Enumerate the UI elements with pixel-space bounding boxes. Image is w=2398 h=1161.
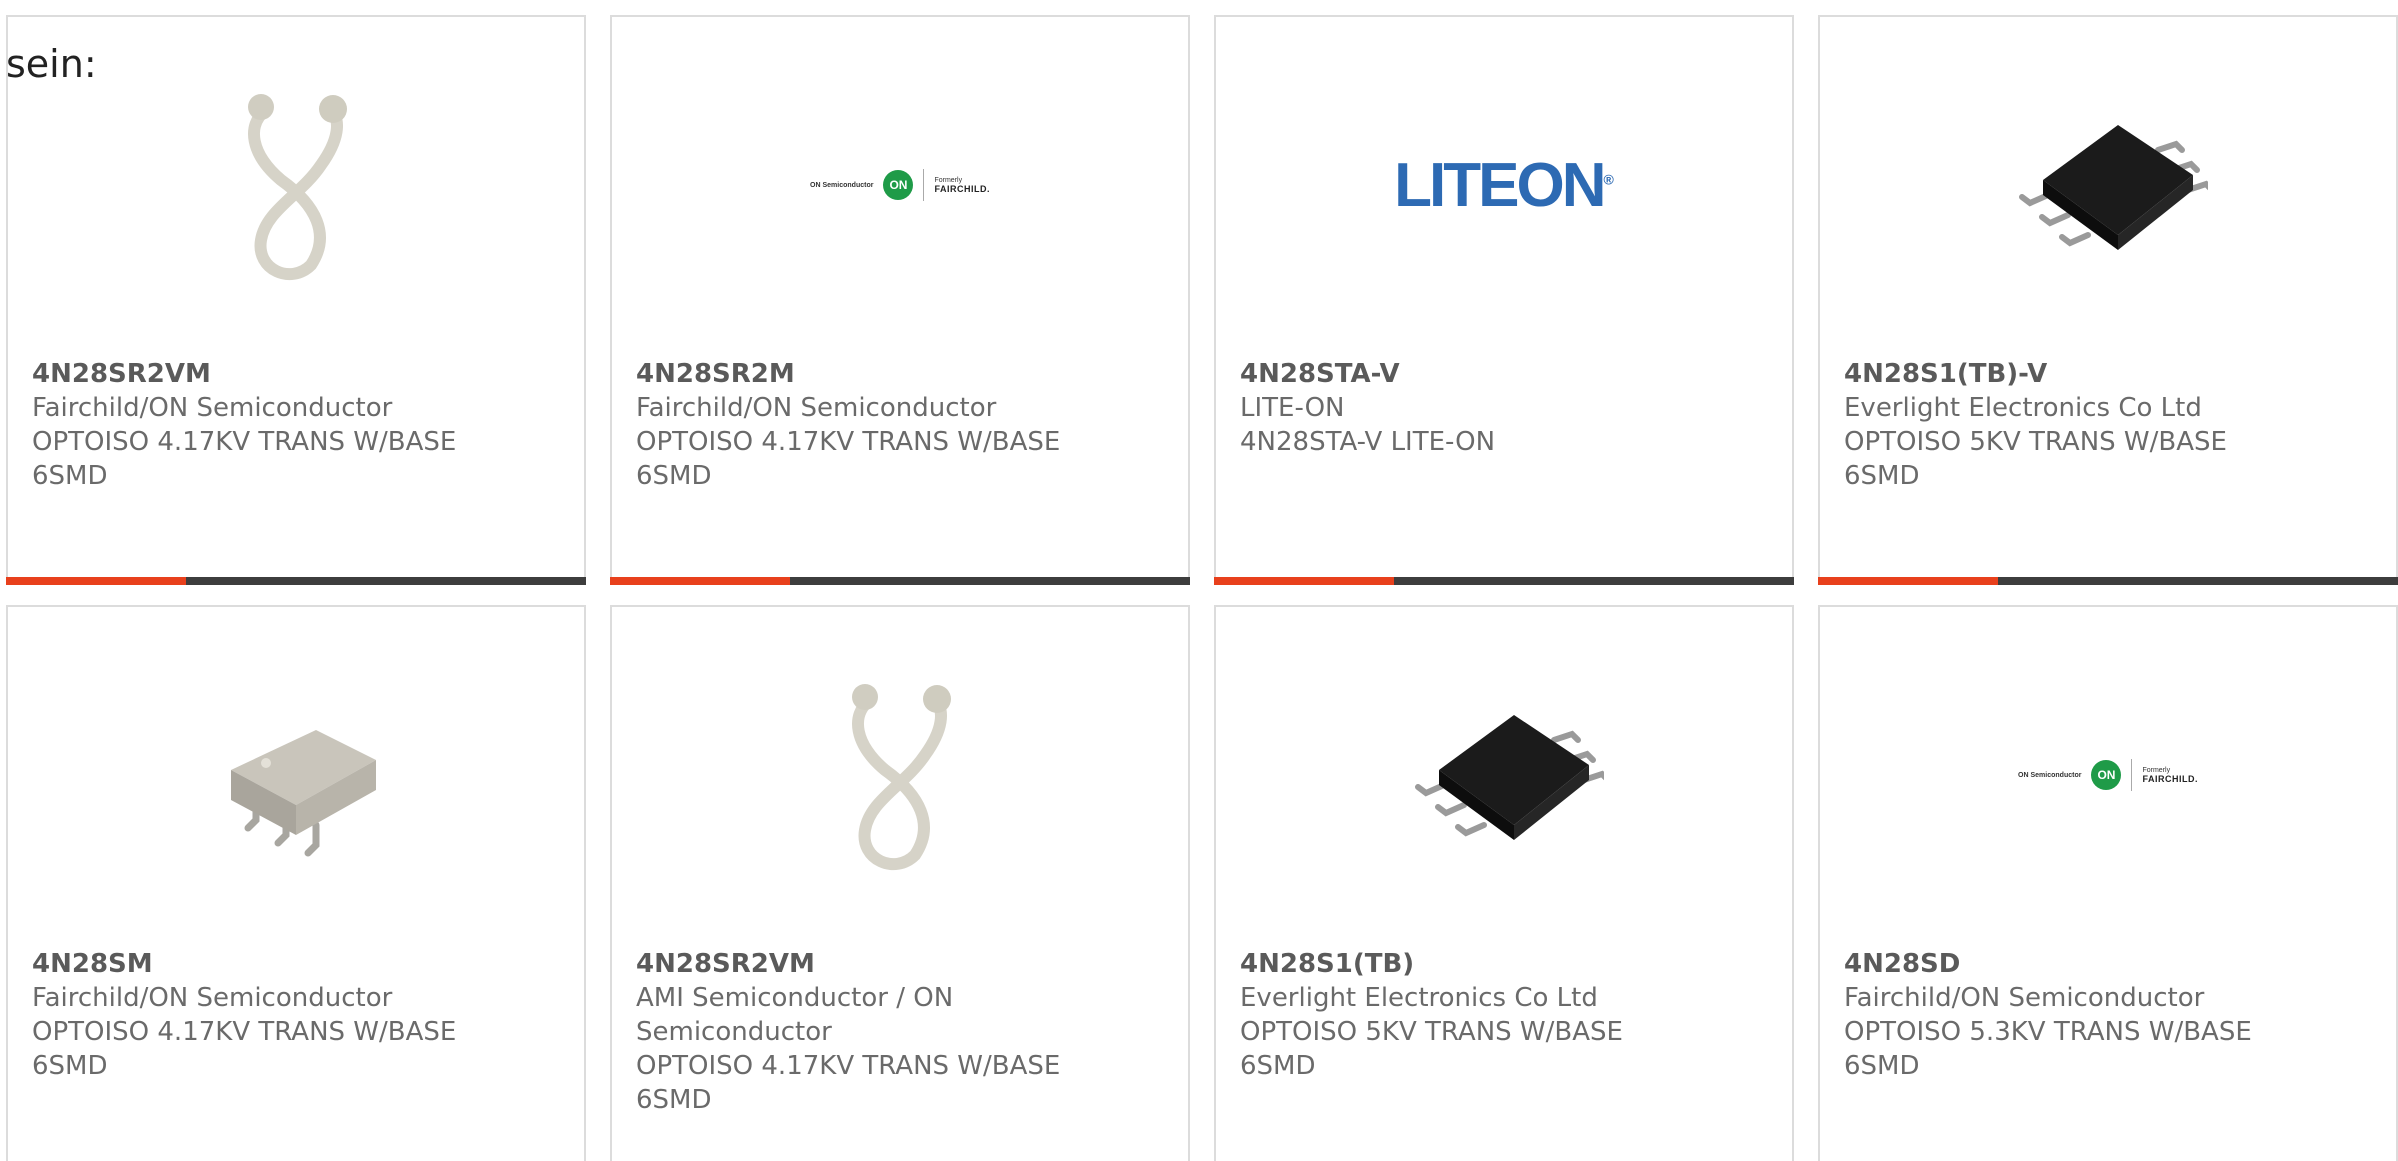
- card-progress-fill: [6, 577, 186, 585]
- logo-divider: [2131, 759, 2133, 791]
- product-card[interactable]: ON Semiconductor ON Formerly FAIRCHILD. …: [1818, 605, 2398, 1161]
- part-number[interactable]: 4N28SR2VM: [636, 947, 1076, 981]
- on-fairchild-logo: ON Semiconductor ON Formerly FAIRCHILD.: [800, 85, 1000, 285]
- description: OPTOISO 5KV TRANS W/BASE 6SMD: [1844, 427, 2227, 491]
- product-card[interactable]: 4N28SR2VM Fairchild/ON Semiconductor OPT…: [6, 15, 586, 585]
- lead-text: sein:: [6, 42, 97, 86]
- black-smd-chip-icon: [1404, 675, 1604, 875]
- product-card[interactable]: LITEON® 4N28STA-V LITE-ON 4N28STA-V LITE…: [1214, 15, 1794, 585]
- card-progress-fill: [1818, 577, 1998, 585]
- on-semiconductor-text: ON Semiconductor: [2018, 771, 2082, 779]
- fairchild-text: FAIRCHILD.: [2142, 774, 2198, 784]
- description: OPTOISO 4.17KV TRANS W/BASE 6SMD: [32, 427, 457, 491]
- manufacturer: Fairchild/ON Semiconductor: [32, 393, 393, 423]
- part-number[interactable]: 4N28S1(TB)-V: [1844, 357, 2284, 391]
- part-number[interactable]: 4N28STA-V: [1240, 357, 1680, 391]
- part-number[interactable]: 4N28SD: [1844, 947, 2284, 981]
- on-fairchild-logo: ON Semiconductor ON Formerly FAIRCHILD.: [2008, 675, 2208, 875]
- card-progress-fill: [610, 577, 790, 585]
- description: OPTOISO 4.17KV TRANS W/BASE 6SMD: [32, 1017, 457, 1081]
- card-progress-bar: [1818, 577, 2398, 585]
- product-card[interactable]: ON Semiconductor ON Formerly FAIRCHILD. …: [610, 15, 1190, 585]
- description: OPTOISO 5.3KV TRANS W/BASE 6SMD: [1844, 1017, 2252, 1081]
- card-progress-bar: [610, 577, 1190, 585]
- manufacturer: Everlight Electronics Co Ltd: [1240, 983, 1598, 1013]
- card-progress-bar: [6, 577, 586, 585]
- card-progress-bar: [1214, 577, 1794, 585]
- manufacturer: Fairchild/ON Semiconductor: [636, 393, 997, 423]
- product-card[interactable]: 4N28S1(TB)-V Everlight Electronics Co Lt…: [1818, 15, 2398, 585]
- product-card[interactable]: 4N28SR2VM AMI Semiconductor / ON Semicon…: [610, 605, 1190, 1161]
- black-smd-chip-icon: [2008, 85, 2208, 285]
- part-number[interactable]: 4N28SM: [32, 947, 472, 981]
- product-card[interactable]: 4N28S1(TB) Everlight Electronics Co Ltd …: [1214, 605, 1794, 1161]
- part-number[interactable]: 4N28SR2M: [636, 357, 1076, 391]
- on-semiconductor-text: ON Semiconductor: [810, 181, 874, 189]
- on-badge-icon: ON: [2091, 760, 2122, 790]
- registered-mark: ®: [1603, 170, 1614, 187]
- description: OPTOISO 5KV TRANS W/BASE 6SMD: [1240, 1017, 1623, 1081]
- cable-tie-icon: [800, 675, 1000, 875]
- part-number[interactable]: 4N28S1(TB): [1240, 947, 1680, 981]
- fairchild-text: FAIRCHILD.: [934, 184, 990, 194]
- card-progress-fill: [1214, 577, 1394, 585]
- liteon-logo: LITEON®: [1394, 85, 1614, 285]
- cable-tie-icon: [196, 85, 396, 285]
- manufacturer: AMI Semiconductor / ON Semiconductor: [636, 983, 954, 1047]
- manufacturer: Everlight Electronics Co Ltd: [1844, 393, 2202, 423]
- description: OPTOISO 4.17KV TRANS W/BASE 6SMD: [636, 427, 1061, 491]
- liteon-logo-text: LITEON: [1394, 150, 1606, 220]
- logo-divider: [923, 169, 925, 201]
- description: 4N28STA-V LITE-ON: [1240, 427, 1496, 457]
- part-number[interactable]: 4N28SR2VM: [32, 357, 472, 391]
- description: OPTOISO 4.17KV TRANS W/BASE 6SMD: [636, 1051, 1061, 1115]
- manufacturer: Fairchild/ON Semiconductor: [1844, 983, 2205, 1013]
- product-card[interactable]: 4N28SM Fairchild/ON Semiconductor OPTOIS…: [6, 605, 586, 1161]
- manufacturer: Fairchild/ON Semiconductor: [32, 983, 393, 1013]
- manufacturer: LITE-ON: [1240, 393, 1345, 423]
- product-grid: 4N28SR2VM Fairchild/ON Semiconductor OPT…: [6, 15, 2398, 1161]
- on-badge-icon: ON: [883, 170, 914, 200]
- gray-smd-chip-icon: [196, 675, 396, 875]
